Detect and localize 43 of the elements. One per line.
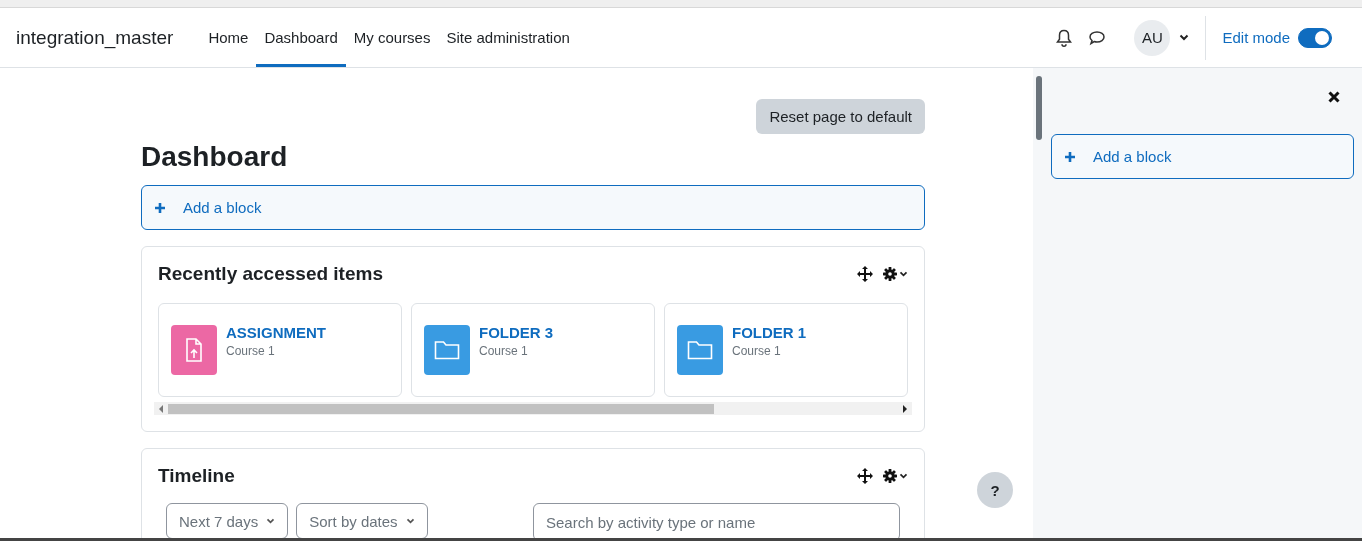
add-block-button[interactable]: Add a block bbox=[141, 185, 925, 230]
activity-link[interactable]: ASSIGNMENT bbox=[226, 324, 326, 341]
help-button[interactable]: ? bbox=[977, 472, 1013, 508]
filter-dropdown[interactable]: Next 7 days bbox=[166, 503, 289, 538]
edit-mode-label: Edit mode bbox=[1222, 29, 1290, 46]
caret-icon bbox=[266, 518, 276, 524]
recent-item-card[interactable]: FOLDER 1 Course 1 bbox=[664, 303, 908, 397]
horizontal-scrollbar[interactable] bbox=[154, 402, 912, 415]
block-title: Timeline bbox=[158, 465, 236, 487]
block-title: Recently accessed items bbox=[158, 263, 384, 285]
bell-icon[interactable] bbox=[1056, 28, 1073, 47]
settings-icon[interactable] bbox=[883, 469, 897, 483]
user-avatar[interactable]: AU bbox=[1134, 19, 1171, 56]
search-field[interactable]: Search by activity type or name bbox=[533, 503, 900, 538]
recent-item-card[interactable]: FOLDER 3 Course 1 bbox=[411, 303, 655, 397]
nav-tab[interactable]: Site administration bbox=[438, 8, 578, 67]
activity-link[interactable]: FOLDER 1 bbox=[732, 324, 807, 341]
recent-item-card[interactable]: ASSIGNMENT Course 1 bbox=[158, 303, 402, 397]
course-name: Course 1 bbox=[226, 344, 276, 358]
nav-tab[interactable]: Home bbox=[200, 8, 257, 67]
activity-link[interactable]: FOLDER 3 bbox=[479, 324, 554, 341]
page-title: Dashboard bbox=[141, 141, 289, 173]
edit-mode-switch[interactable] bbox=[1298, 27, 1332, 48]
caret-icon[interactable] bbox=[899, 473, 908, 479]
nav-tab[interactable]: Dashboard bbox=[256, 8, 346, 67]
caret-icon bbox=[405, 518, 415, 524]
course-name: Course 1 bbox=[479, 344, 529, 358]
reset-page-button[interactable]: Reset page to default bbox=[756, 99, 925, 134]
nav-tab[interactable]: My courses bbox=[345, 8, 439, 67]
caret-icon[interactable] bbox=[1179, 34, 1190, 41]
chat-icon[interactable] bbox=[1088, 29, 1107, 46]
move-icon[interactable] bbox=[857, 468, 873, 484]
scrollbar-thumb[interactable] bbox=[1036, 76, 1042, 140]
add-block-button[interactable]: Add a block bbox=[1051, 134, 1354, 179]
course-name: Course 1 bbox=[732, 344, 782, 358]
settings-icon[interactable] bbox=[883, 267, 897, 281]
move-icon[interactable] bbox=[857, 266, 873, 282]
site-name[interactable]: integration_master bbox=[16, 26, 174, 49]
caret-icon[interactable] bbox=[899, 271, 908, 277]
plus-icon bbox=[1064, 150, 1076, 163]
close-icon[interactable] bbox=[1328, 91, 1340, 103]
plus-icon bbox=[154, 201, 166, 214]
filter-dropdown[interactable]: Sort by dates bbox=[296, 503, 428, 538]
